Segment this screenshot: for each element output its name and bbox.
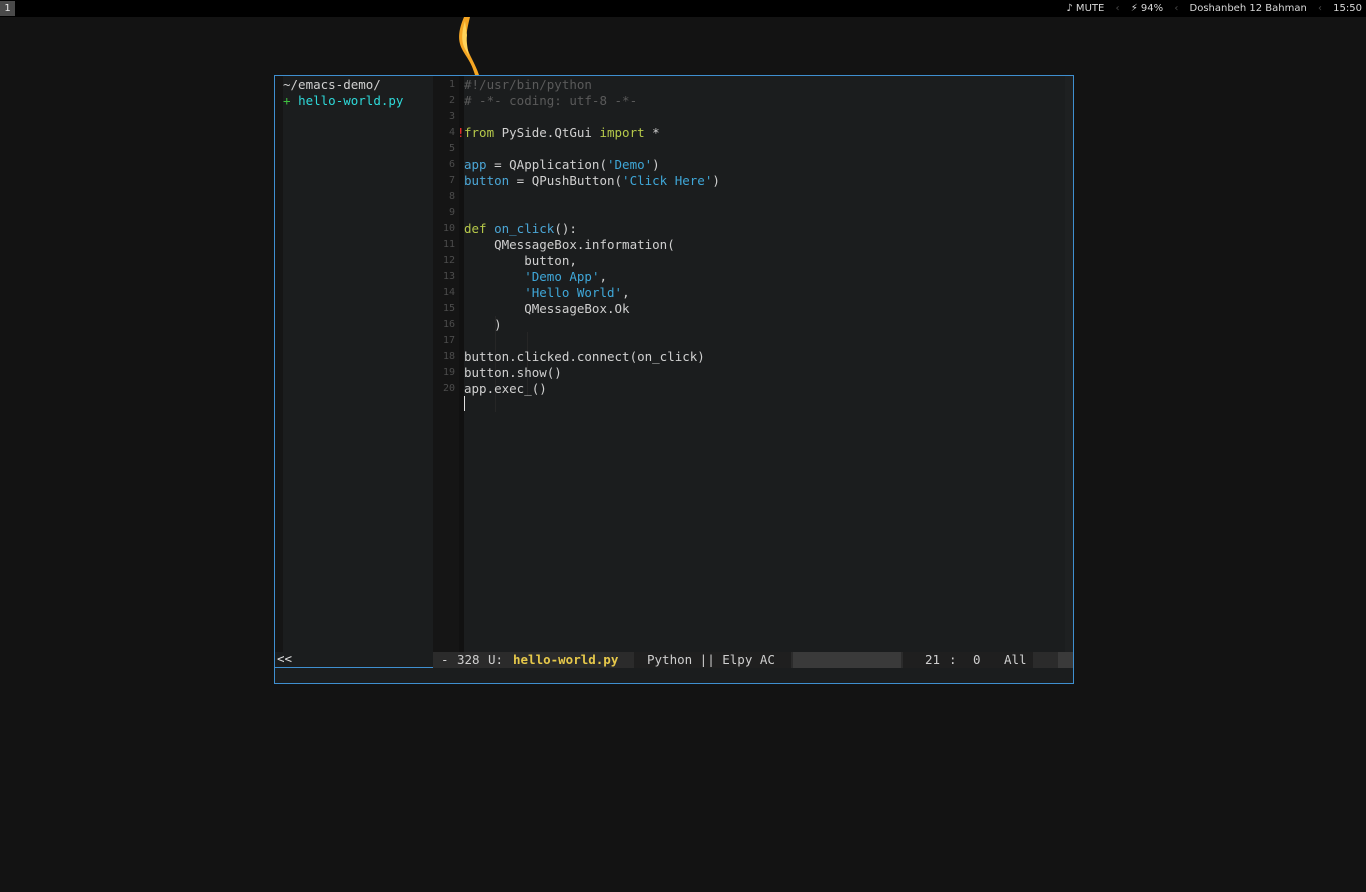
line-number: 1: [448, 79, 455, 90]
line-number: 4: [448, 127, 455, 138]
column-separator: :: [949, 652, 957, 667]
code-editor[interactable]: 1 2 3 4 5 6 7 8 9 10 11 12 13 14 15 16 17 18 19 20 #!/usr/b…: [433, 76, 1073, 652]
text-cursor: [464, 396, 465, 411]
wallpaper-flame: [459, 17, 479, 75]
sidebar-mode-line: <<: [275, 652, 433, 668]
scroll-position: All: [1004, 652, 1027, 667]
code-line: ): [464, 317, 502, 332]
line-number: 3: [448, 111, 455, 122]
minibuffer[interactable]: [275, 668, 1073, 683]
modified-indicator: -: [441, 652, 449, 667]
code-line: button.clicked.connect(on_click): [464, 349, 705, 364]
line-number: 2: [448, 95, 455, 106]
major-minor-modes[interactable]: Python || Elpy AC: [647, 652, 775, 668]
code-line: button = QPushButton('Click Here'): [464, 173, 720, 188]
error-marker-icon[interactable]: !: [457, 125, 465, 141]
code-line: button.show(): [464, 365, 562, 380]
code-line: QMessageBox.Ok: [464, 301, 630, 316]
encoding-indicator: U:: [488, 652, 504, 667]
date-display: Doshanbeh 12 Bahman: [1189, 3, 1307, 14]
directory-path[interactable]: ~/emacs-demo/: [283, 77, 381, 93]
code-line: def on_click():: [464, 221, 577, 236]
status-separator: ‹: [1174, 3, 1179, 14]
code-line: 'Hello World',: [524, 285, 630, 300]
line-number: 8: [448, 191, 455, 202]
line-number: 13: [442, 271, 455, 282]
mode-line-fill: [793, 652, 901, 668]
line-number: 12: [442, 255, 455, 266]
code-line: #!/usr/bin/python: [464, 77, 592, 92]
status-separator: ‹: [1115, 3, 1120, 14]
buffer-name[interactable]: hello-world.py: [513, 652, 618, 668]
line-number: 17: [442, 335, 455, 346]
clock: 15:50: [1333, 3, 1362, 14]
line-number: 6: [448, 159, 455, 170]
file-tree-item[interactable]: + hello-world.py: [283, 93, 403, 109]
line-number: 10: [442, 223, 455, 234]
line-number: 16: [442, 319, 455, 330]
buffer-size: 328: [457, 652, 480, 667]
line-number: 5: [448, 143, 455, 154]
line-number: 18: [442, 351, 455, 362]
code-line: from PySide.QtGui import *: [464, 125, 660, 140]
status-separator: ‹: [1317, 3, 1322, 14]
sidebar-fringe: [275, 76, 283, 652]
code-line: button,: [464, 253, 577, 268]
column-number: 0: [973, 652, 981, 667]
editor-margin: [1065, 76, 1073, 652]
line-number: 21: [925, 652, 941, 667]
line-number: 7: [448, 175, 455, 186]
file-name: hello-world.py: [298, 93, 404, 108]
workspace-tag[interactable]: 1: [0, 1, 15, 16]
code-line: 'Demo App',: [524, 269, 608, 284]
code-line: app.exec_(): [464, 381, 547, 396]
line-number: 20: [442, 383, 455, 394]
line-number: 15: [442, 303, 455, 314]
line-number-gutter: 1 2 3 4 5 6 7 8 9 10 11 12 13 14 15 16 17 18 19 20: [433, 76, 459, 652]
line-number: 14: [442, 287, 455, 298]
emacs-frame: ~/emacs-demo/ + hello-world.py 123456789…: [274, 75, 1074, 684]
line-number: 9: [448, 207, 455, 218]
line-number: 19: [442, 367, 455, 378]
code-line: app = QApplication('Demo'): [464, 157, 660, 172]
sound-status: ♪ MUTE: [1066, 3, 1105, 14]
code-line: QMessageBox.information(: [464, 237, 675, 252]
file-tree-sidebar: ~/emacs-demo/ + hello-world.py: [275, 76, 434, 652]
sidebar-toggle-button[interactable]: <<: [277, 651, 292, 666]
top-status-bar: 1 ♪ MUTE ‹ ⚡ 94% ‹ Doshanbeh 12 Bahman ‹…: [0, 0, 1366, 17]
code-line: # -*- coding: utf-8 -*-: [464, 93, 638, 108]
mode-line-end: [1058, 652, 1073, 668]
battery-status: ⚡ 94%: [1130, 3, 1164, 14]
line-number: 11: [442, 239, 455, 250]
expand-marker-icon: +: [283, 93, 291, 108]
mode-line: - 328 U: hello-world.py Python || Elpy A…: [433, 652, 1073, 668]
status-area: ♪ MUTE ‹ ⚡ 94% ‹ Doshanbeh 12 Bahman ‹ 1…: [1066, 0, 1362, 17]
